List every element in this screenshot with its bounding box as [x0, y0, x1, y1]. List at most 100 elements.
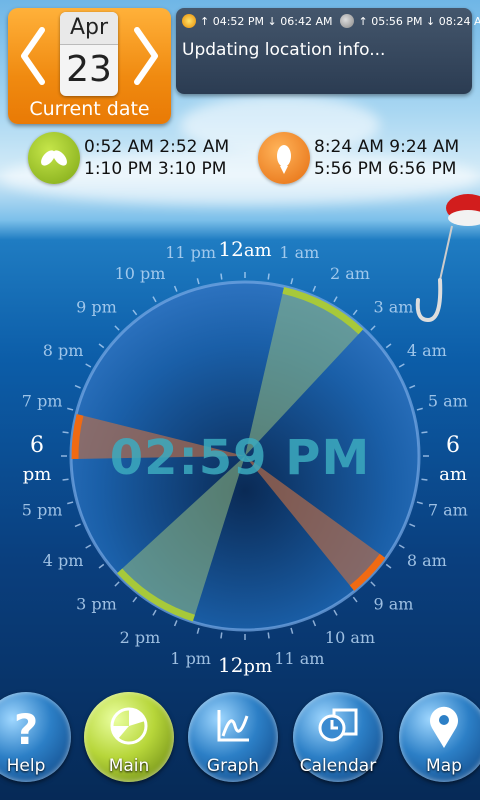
help-label: Help	[6, 756, 46, 776]
hour-label: 10 am	[325, 628, 375, 647]
dial-tick	[98, 343, 105, 349]
dial-tick	[196, 627, 200, 634]
svg-text:?: ?	[14, 706, 38, 750]
graph-button[interactable]: Graph	[185, 692, 281, 792]
help-icon: ?	[14, 706, 38, 750]
dial-tick	[352, 309, 358, 316]
date-picker: Apr 23 Current date	[8, 8, 171, 124]
dial-tick	[290, 278, 294, 285]
hour-label: 4 pm	[43, 551, 84, 570]
major-periods: 0:52 AM 2:52 AM 1:10 PM 3:10 PM	[28, 132, 229, 184]
dial-tick	[398, 363, 405, 368]
hour-label: 1 am	[279, 243, 319, 262]
hour-label: 4 am	[407, 341, 447, 360]
dial-tick	[152, 609, 157, 616]
hour-label: 5 am	[428, 392, 468, 411]
hour-label: 1 pm	[170, 649, 211, 668]
dial-tick	[385, 563, 392, 569]
dial-tick	[74, 384, 81, 389]
dial-tick	[352, 596, 358, 603]
dial-tick	[398, 544, 405, 549]
dial-tick	[85, 544, 92, 549]
dial-tick	[333, 296, 338, 303]
dial-tick	[85, 363, 92, 368]
graph-label: Graph	[206, 756, 260, 776]
hour-label: 11 am	[274, 649, 324, 668]
major-times-row-2: 1:10 PM 3:10 PM	[84, 159, 227, 179]
location-status: Updating location info...	[182, 40, 386, 60]
dial-tick	[333, 609, 338, 616]
current-time: 02:59 PM	[109, 430, 371, 486]
hour-label: 5 pm	[22, 500, 63, 519]
dial-tick	[409, 523, 416, 528]
dial-tick	[173, 285, 178, 292]
map-label: Map	[426, 756, 462, 776]
sun-moon-row: ↑ 04:52 PM ↓ 06:42 AM ↑ 05:56 PM ↓ 08:24…	[182, 14, 480, 28]
hour-label: 9 am	[374, 594, 414, 613]
hour-label: 2 am	[330, 264, 370, 283]
chevron-left-icon	[21, 27, 45, 85]
moon-icon	[340, 14, 355, 28]
dial-tick	[220, 632, 223, 639]
sun-icon	[182, 14, 196, 28]
hour-label: 12pm	[218, 653, 272, 677]
minor-times-row-1: 8:24 AM 9:24 AM	[314, 137, 460, 157]
dial-tick	[267, 273, 270, 280]
prev-day-button[interactable]	[14, 22, 52, 90]
dial-tick	[385, 343, 392, 349]
date-day: 23	[66, 49, 112, 90]
moonset-time: ↓ 08:24 AM	[426, 14, 480, 28]
map-button[interactable]: Map	[396, 692, 480, 792]
hour-label: 3 pm	[76, 594, 117, 613]
dial-tick	[312, 620, 317, 627]
calendar-button[interactable]: Calendar	[290, 692, 386, 792]
next-day-button[interactable]	[127, 22, 165, 90]
dial-tick	[370, 581, 376, 587]
main-label: Main	[108, 756, 150, 776]
calendar-icon	[318, 708, 358, 742]
dial-tick	[196, 278, 200, 285]
date-month: Apr	[60, 12, 118, 45]
moonrise-time: ↑ 05:56 PM	[358, 14, 423, 28]
map-pin-icon	[430, 706, 458, 748]
graph-icon	[217, 710, 249, 742]
dial-tick	[267, 632, 270, 639]
two-fish-icon	[28, 132, 80, 184]
hour-label: 11 pm	[165, 243, 216, 262]
sunset-time: ↓ 06:42 AM	[267, 14, 333, 28]
hour-label: 8 am	[407, 551, 447, 570]
dial-tick	[74, 523, 81, 528]
major-times-row-1: 0:52 AM 2:52 AM	[84, 137, 230, 157]
hour-label: 2 pm	[120, 628, 161, 647]
dial-tick	[67, 407, 74, 411]
main-button[interactable]: Main	[81, 692, 177, 792]
hour-label: 7 pm	[22, 392, 63, 411]
dial-tick	[409, 384, 416, 389]
dial-tick	[220, 273, 223, 280]
dial-tick	[173, 620, 178, 627]
dial-tick	[416, 407, 423, 411]
hour-label: 8 pm	[43, 341, 84, 360]
date-label: Current date	[29, 98, 150, 120]
calendar-label: Calendar	[299, 756, 377, 776]
bottom-dock: ? Help Main Graph Calendar Map	[0, 688, 480, 800]
date-card[interactable]: Apr 23	[60, 12, 118, 96]
help-button[interactable]: ? Help	[0, 692, 74, 792]
dial-tick	[290, 627, 294, 634]
dial-tick	[114, 325, 120, 331]
dial-tick	[416, 501, 423, 505]
dial-tick	[312, 285, 317, 292]
dial-tick	[98, 563, 105, 569]
hour-label: 7 am	[428, 500, 468, 519]
hour-label: 3 am	[374, 298, 414, 317]
dial-tick	[370, 325, 376, 331]
pie-icon	[110, 707, 148, 745]
sunrise-time: ↑ 04:52 PM	[200, 14, 265, 28]
hour-label: 10 pm	[115, 264, 166, 283]
fish-icon	[258, 132, 310, 184]
dial-tick	[67, 501, 74, 505]
dial-tick	[114, 581, 120, 587]
location-info-panel[interactable]: ↑ 04:52 PM ↓ 06:42 AM ↑ 05:56 PM ↓ 08:24…	[176, 8, 480, 94]
hour-label: 12am	[218, 237, 271, 261]
dial-tick	[132, 596, 138, 603]
